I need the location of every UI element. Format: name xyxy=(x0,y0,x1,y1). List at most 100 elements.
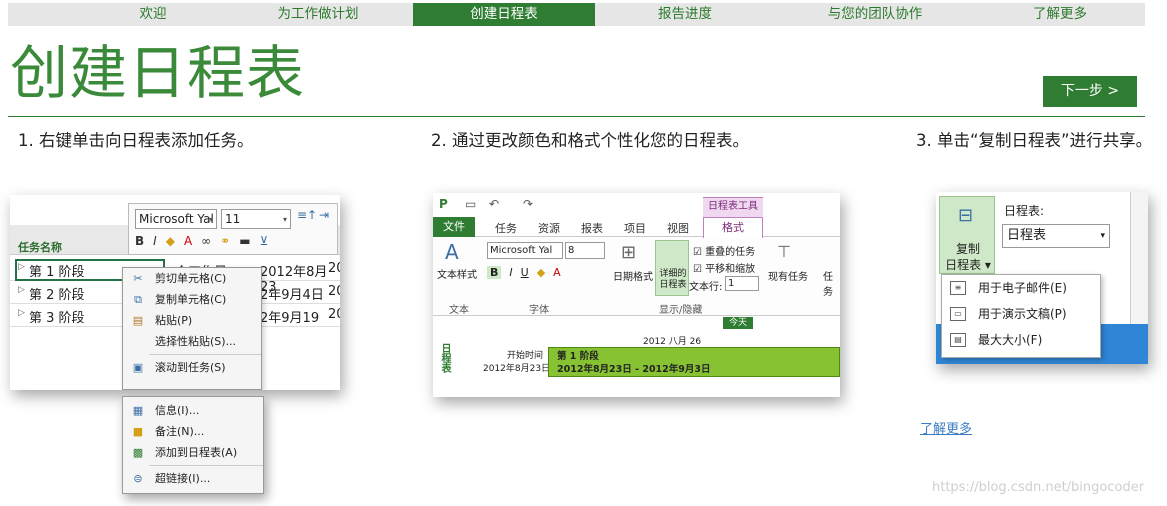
nav-tab-learn-more[interactable]: 了解更多 xyxy=(975,3,1145,26)
font-name-box[interactable]: Microsoft Yal ▾ xyxy=(135,209,217,229)
timeline-add-icon: ▩ xyxy=(132,446,144,459)
context-menu: ✂ 剪切单元格(C) ⧉ 复制单元格(C) ▤ 粘贴(P) 选择性粘贴(S)... ▣… xyxy=(122,267,262,390)
start-cell: 2年9月19 xyxy=(260,311,320,326)
download-icon[interactable]: ⊻ xyxy=(260,234,269,248)
menu-item-info[interactable]: ▦ 信息(I)... xyxy=(123,400,263,421)
overlap-checkbox[interactable]: ☑ 重叠的任务 xyxy=(693,243,755,258)
text-style-label: 文本样式 xyxy=(437,270,477,281)
font-size-box[interactable]: 11 ▾ xyxy=(221,209,291,229)
italic-icon[interactable]: I xyxy=(153,234,157,248)
highlight-icon[interactable]: ◆ xyxy=(166,234,175,248)
date-tick: 2012 八月 26 xyxy=(643,337,702,347)
unlink-icon[interactable]: ⚭ xyxy=(220,234,230,248)
scroll-icon: ▣ xyxy=(132,361,144,374)
menu-label: 最大大小(F) xyxy=(978,333,1043,347)
save-icon[interactable]: ▭ xyxy=(465,197,476,211)
menu-item-presentation[interactable]: ▭ 用于演示文稿(P) xyxy=(942,301,1100,327)
detail-timeline-button[interactable]: 详细的日程表 xyxy=(655,240,689,296)
tab-view[interactable]: 视图 xyxy=(667,220,689,236)
highlight-icon[interactable]: ◆ xyxy=(537,266,545,279)
checkbox-label: 重叠的任务 xyxy=(705,247,756,258)
task-name: 第 3 阶段 xyxy=(29,311,85,326)
italic-icon[interactable]: I xyxy=(509,266,512,279)
menu-separator xyxy=(149,465,263,466)
expand-triangle-icon[interactable]: ▷ xyxy=(18,308,25,318)
tab-task[interactable]: 任务 xyxy=(495,220,517,236)
menu-label: 用于电子邮件(E) xyxy=(978,281,1067,295)
text-rows-select[interactable]: 1 xyxy=(725,276,759,291)
task-grid-screenshot: 任务名称 ▷ 第 1 阶段 个工作日 2012年8月23 20 ▷ 第 2 阶段… xyxy=(10,195,340,390)
menu-item-paste-special[interactable]: 选择性粘贴(S)... xyxy=(123,331,261,352)
menu-label: 用于演示文稿(P) xyxy=(978,307,1067,321)
indent-icon[interactable]: ⇥ xyxy=(319,208,329,222)
font-name-value: Microsoft Yal xyxy=(139,212,214,226)
menu-item-hyperlink[interactable]: ⊜ 超链接(I)... xyxy=(123,468,263,489)
bold-icon[interactable]: B xyxy=(135,234,144,248)
font-size-value: 8 xyxy=(568,245,575,256)
menu-label: 剪切单元格(C) xyxy=(155,272,227,285)
tab-file[interactable]: 文件 xyxy=(433,217,475,237)
today-marker: 今天 xyxy=(723,317,753,329)
nav-tab-report[interactable]: 报告进度 xyxy=(595,3,775,26)
underline-icon[interactable]: U xyxy=(521,266,529,279)
ribbon-screenshot: P ▭ ↶ ↷ 日程表工具 文件 任务 资源 报表 项目 视图 格式 A 文本样… xyxy=(433,193,840,397)
font-size-box[interactable]: 8 xyxy=(565,242,605,259)
start-time-label: 开始时间 xyxy=(507,351,544,361)
tab-format[interactable]: 格式 xyxy=(703,217,763,238)
copy-timeline-button[interactable]: ⊟ 复制 日程表 ▾ xyxy=(939,196,995,274)
font-color-icon[interactable]: A xyxy=(553,266,561,279)
menu-label: 复制单元格(C) xyxy=(155,293,227,306)
timeline-vertical-label: 日程表 xyxy=(439,343,450,373)
menu-item-cut[interactable]: ✂ 剪切单元格(C) xyxy=(123,268,261,289)
bold-icon[interactable]: B xyxy=(487,266,502,279)
menu-item-full-size[interactable]: ▤ 最大大小(F) xyxy=(942,327,1100,353)
menu-label: 粘贴(P) xyxy=(155,314,193,327)
group-label-font: 字体 xyxy=(529,305,549,316)
tab-project[interactable]: 项目 xyxy=(624,220,646,236)
nav-tab-collaborate[interactable]: 与您的团队协作 xyxy=(775,3,975,26)
learn-more-link[interactable]: 了解更多 xyxy=(920,418,972,437)
link-icon: ⊜ xyxy=(133,472,143,485)
copy-menu: ≡ 用于电子邮件(E) ▭ 用于演示文稿(P) ▤ 最大大小(F) xyxy=(941,274,1101,358)
menu-item-add-to-timeline[interactable]: ▩ 添加到日程表(A) xyxy=(123,442,263,463)
grow-font-icon[interactable]: ≡↑ xyxy=(297,208,317,222)
font-name-box[interactable]: Microsoft Yal xyxy=(487,242,563,259)
expand-triangle-icon[interactable]: ▷ xyxy=(18,285,25,295)
menu-item-note[interactable]: ■ 备注(N)... xyxy=(123,421,263,442)
menu-label: 添加到日程表(A) xyxy=(155,446,238,459)
ribbon-tabs: 文件 任务 资源 报表 项目 视图 格式 xyxy=(433,217,840,238)
task-label: 任务 xyxy=(823,272,833,298)
date-format-label: 日期格式 xyxy=(613,272,653,283)
redo-icon[interactable]: ↷ xyxy=(523,197,533,211)
quick-access-toolbar: P ▭ ↶ ↷ 日程表工具 xyxy=(433,193,840,217)
nav-tab-create-timeline[interactable]: 创建日程表 xyxy=(413,3,595,26)
tab-report[interactable]: 报表 xyxy=(581,220,603,236)
next-step-button[interactable]: 下一步 > xyxy=(1043,76,1137,107)
tab-resource[interactable]: 资源 xyxy=(538,220,560,236)
menu-item-copy[interactable]: ⧉ 复制单元格(C) xyxy=(123,289,261,310)
text-style-icon[interactable]: A xyxy=(445,240,459,264)
nav-tab-plan[interactable]: 为工作做计划 xyxy=(223,3,413,26)
link-icon[interactable]: ∞ xyxy=(201,234,211,248)
detail-timeline-label: 详细的日程表 xyxy=(659,269,687,290)
phase-bar-title: 第 1 阶段 xyxy=(557,351,599,362)
phase-bar[interactable]: 第 1 阶段 2012年8月23日 - 2012年9月3日 xyxy=(548,347,840,377)
pan-zoom-checkbox[interactable]: ☑ 平移和缩放 xyxy=(693,260,755,275)
font-color-icon[interactable]: A xyxy=(184,234,192,248)
menu-item-scroll-to-task[interactable]: ▣ 滚动到任务(S) xyxy=(123,357,261,378)
existing-tasks-icon[interactable]: ⊤ xyxy=(777,242,791,261)
undo-icon[interactable]: ↶ xyxy=(489,197,499,211)
font-format-buttons: B I U ◆ A xyxy=(487,266,561,279)
date-format-icon[interactable]: ⊞ xyxy=(621,242,636,263)
zoom-icon[interactable]: ▬ xyxy=(239,234,250,248)
step-3-text: 3. 单击“复制日程表”进行共享。 xyxy=(916,131,1153,150)
copy-label-line1: 复制 xyxy=(955,242,980,256)
menu-item-email[interactable]: ≡ 用于电子邮件(E) xyxy=(942,275,1100,301)
menu-item-paste[interactable]: ▤ 粘贴(P) xyxy=(123,310,261,331)
timeline-tools-label: 日程表工具 xyxy=(703,197,763,217)
title-divider xyxy=(8,116,1145,117)
schedule-select[interactable]: 日程表 ▾ xyxy=(1002,224,1110,248)
menu-label: 信息(I)... xyxy=(155,404,200,417)
full-size-icon: ▤ xyxy=(950,333,966,347)
menu-separator xyxy=(149,354,261,355)
